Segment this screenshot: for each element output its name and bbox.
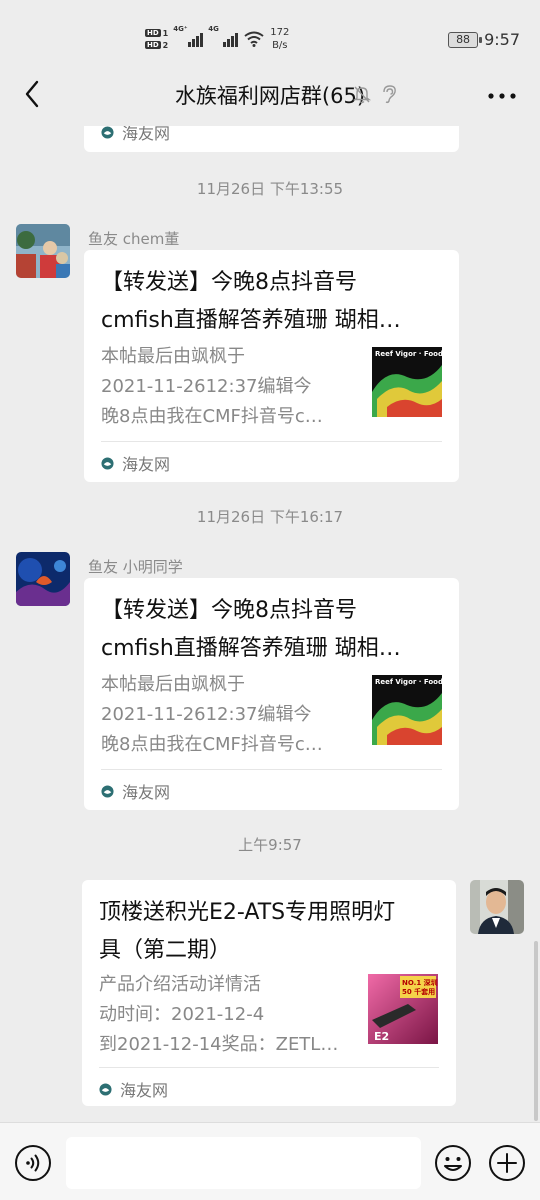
voice-icon — [15, 1145, 51, 1181]
chat-message-list[interactable]: 海友网 11月26日 下午13:55 鱼友 chem董 【转发送】今晚8点抖音号… — [0, 126, 540, 1122]
avatar[interactable] — [16, 552, 70, 606]
hd-indicator-2: HD 2 — [145, 40, 169, 50]
svg-text:Reef Vigor · Food: Reef Vigor · Food — [375, 678, 442, 686]
scrollbar[interactable] — [534, 941, 538, 1121]
card-thumbnail: Reef Vigor · Food — [372, 347, 442, 417]
card-description: 本帖最后由飒枫于 2021-11-2612:37编辑今 晚8点由我在CMF抖音号… — [101, 346, 323, 427]
signal-icon-sim1: 4G⁺ — [173, 25, 204, 47]
timestamp: 11月26日 下午13:55 — [196, 180, 344, 198]
title-status-icons — [352, 84, 398, 104]
card-title: 【转发送】今晚8点抖音号 cmfish直播解答养殖珊 瑚相… — [101, 598, 401, 661]
svg-text:NO.1 深圳: NO.1 深圳 — [402, 978, 438, 987]
card-source: 海友网 — [99, 1077, 168, 1101]
haiyou-logo-icon — [99, 1082, 112, 1096]
card-thumbnail: Reef Vigor · Food — [372, 675, 442, 745]
sender-name: 鱼友 小明同学 — [88, 558, 183, 576]
card-source: 海友网 — [101, 451, 170, 475]
chat-header: 水族福利网店群(65) — [0, 64, 540, 126]
smiley-icon — [435, 1145, 471, 1181]
more-options-button[interactable] — [484, 78, 520, 114]
card-source: 海友网 — [101, 126, 170, 144]
haiyou-logo-icon — [101, 126, 114, 139]
chat-title: 水族福利网店群(65) — [174, 84, 366, 108]
svg-text:50 千套用: 50 千套用 — [402, 987, 435, 996]
card-description: 本帖最后由飒枫于 2021-11-2612:37编辑今 晚8点由我在CMF抖音号… — [101, 674, 323, 755]
voice-button[interactable] — [14, 1144, 52, 1182]
plus-circle-icon — [489, 1145, 525, 1181]
divider — [101, 769, 442, 770]
link-card[interactable]: 【转发送】今晚8点抖音号 cmfish直播解答养殖珊 瑚相… 本帖最后由飒枫于 … — [84, 578, 459, 810]
more-horizontal-icon — [488, 93, 516, 99]
card-thumbnail: NO.1 深圳 50 千套用 E2 — [368, 974, 438, 1044]
card-title: 顶楼送积光E2-ATS专用照明灯 具（第二期） — [99, 900, 396, 963]
wifi-icon — [244, 31, 264, 47]
ear-icon — [383, 85, 396, 104]
avatar[interactable] — [470, 880, 524, 934]
network-speed: 172 B/s — [270, 27, 290, 51]
avatar[interactable] — [16, 224, 70, 278]
signal-icon-sim2: 4G — [208, 25, 239, 47]
divider — [99, 1067, 439, 1068]
haiyou-logo-icon — [101, 784, 114, 798]
battery-icon: 88 — [448, 31, 483, 48]
card-source: 海友网 — [101, 779, 170, 803]
divider — [101, 441, 442, 442]
haiyou-logo-icon — [101, 456, 114, 470]
status-left: HD 1 HD 2 4G⁺ 4G 172 B/s — [145, 24, 289, 54]
emoji-button[interactable] — [434, 1144, 472, 1182]
clock: 9:57 — [484, 30, 520, 49]
sender-name: 鱼友 chem董 — [88, 230, 180, 248]
svg-text:E2: E2 — [374, 1030, 389, 1043]
card-description: 产品介绍活动详情活 动时间：2021-12-4 到2021-12-14奖品：ZE… — [99, 974, 339, 1055]
status-right: 88 9:57 — [448, 30, 520, 49]
message-input[interactable] — [66, 1137, 421, 1189]
hd-indicators: HD 1 HD 2 — [145, 29, 168, 50]
timestamp: 上午9:57 — [238, 836, 302, 854]
more-actions-button[interactable] — [488, 1144, 526, 1182]
link-card[interactable]: 顶楼送积光E2-ATS专用照明灯 具（第二期） 产品介绍活动详情活 动时间：20… — [82, 880, 456, 1106]
svg-text:Reef Vigor · Food: Reef Vigor · Food — [375, 350, 442, 358]
timestamp: 11月26日 下午16:17 — [196, 508, 344, 526]
bell-off-icon — [352, 86, 372, 104]
card-title: 【转发送】今晚8点抖音号 cmfish直播解答养殖珊 瑚相… — [101, 270, 401, 333]
link-card[interactable]: 【转发送】今晚8点抖音号 cmfish直播解答养殖珊 瑚相… 本帖最后由飒枫于 … — [84, 250, 459, 482]
hd-indicator-1: HD 1 — [145, 28, 169, 38]
status-bar: HD 1 HD 2 4G⁺ 4G 172 B/s 88 9:57 — [0, 0, 540, 64]
input-bar — [0, 1122, 540, 1200]
link-card-partial[interactable]: 海友网 — [84, 126, 459, 152]
